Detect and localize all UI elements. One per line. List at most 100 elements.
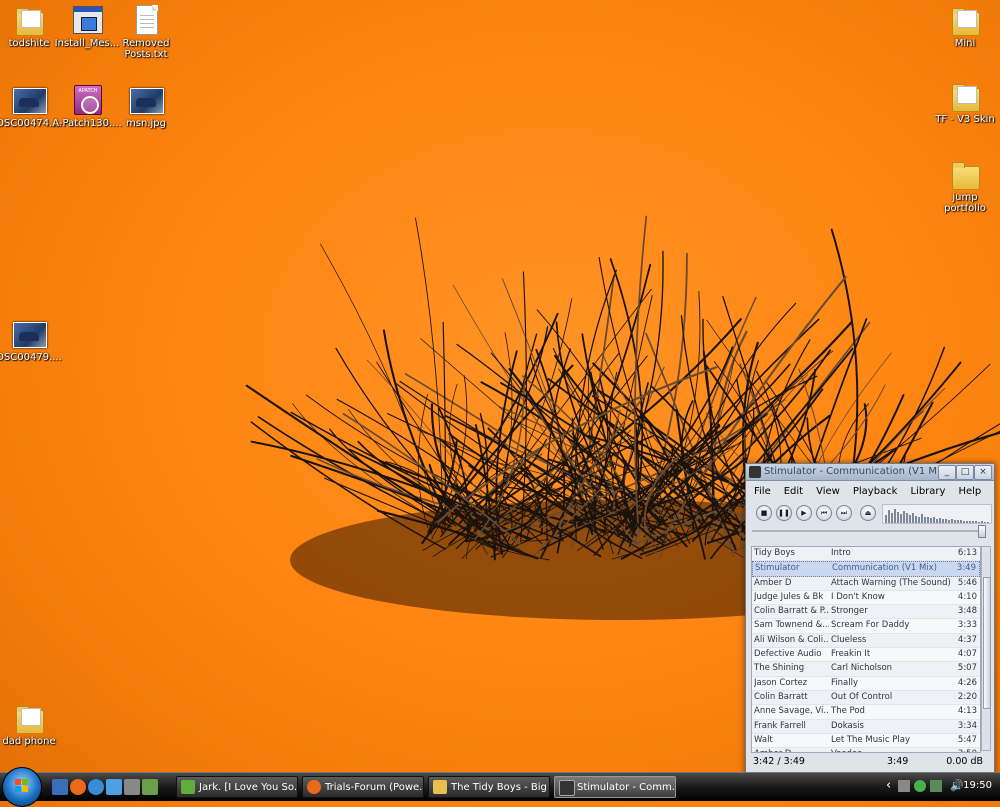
visualizer-bar bbox=[906, 513, 908, 523]
playlist[interactable]: Tidy Boys Intro 6:13 Stimulator Communicatio… bbox=[751, 546, 981, 753]
playlist-row[interactable]: The Shining Carl Nicholson 5:07 bbox=[752, 662, 980, 677]
taskbar-button-player[interactable]: Stimulator - Comm... bbox=[554, 776, 676, 798]
playlist-row[interactable]: Anne Savage, Vi... The Pod 4:13 bbox=[752, 705, 980, 720]
playlist-row[interactable]: Amber D Attach Warning (The Sound) 5:46 bbox=[752, 577, 980, 591]
messenger-icon[interactable] bbox=[142, 779, 158, 795]
taskbar-button-label: Trials-Forum (Powe... bbox=[325, 782, 424, 793]
playlist-row[interactable]: Colin Barratt Out Of Control 2:20 bbox=[752, 691, 980, 706]
clock[interactable]: 19:50 bbox=[963, 780, 992, 791]
visualizer-bar bbox=[900, 514, 902, 523]
visualizer-bar bbox=[963, 521, 965, 523]
visualizer-bar bbox=[930, 518, 932, 523]
playlist-row[interactable]: Defective Audio Freakin It 4:07 bbox=[752, 648, 980, 663]
eject-button[interactable]: ⏏ bbox=[860, 505, 876, 521]
minimize-button[interactable]: _ bbox=[938, 465, 956, 480]
status-bar: 3:42 / 3:49 3:49 0.00 dB bbox=[751, 754, 991, 770]
installer-icon bbox=[73, 6, 103, 34]
taskbar-button-firefox[interactable]: Trials-Forum (Powe... bbox=[302, 776, 424, 798]
firefox-icon[interactable] bbox=[70, 779, 86, 795]
playlist-row[interactable]: Colin Barratt & P... Stronger 3:48 bbox=[752, 605, 980, 620]
playlist-row[interactable]: Frank Farrell Dokasis 3:34 bbox=[752, 720, 980, 734]
visualizer-bar bbox=[942, 519, 944, 523]
playlist-row[interactable]: Sam Townend &... Scream For Daddy 3:33 bbox=[752, 619, 980, 634]
tray-messenger-icon[interactable] bbox=[914, 780, 926, 792]
track-title: Clueless bbox=[831, 634, 867, 645]
switch-windows-icon[interactable] bbox=[106, 779, 122, 795]
track-duration: 4:13 bbox=[957, 706, 977, 717]
playlist-row[interactable]: Jason Cortez Finally 4:26 bbox=[752, 676, 980, 691]
desktop-icon-mini[interactable]: Mini bbox=[930, 4, 1000, 49]
track-duration: 3:48 bbox=[957, 606, 977, 617]
desktop-icon-dsc00479[interactable]: DSC00479.... bbox=[0, 318, 64, 363]
taskbar-button-label: The Tidy Boys - Big ... bbox=[451, 782, 550, 793]
previous-button[interactable]: ⏮ bbox=[816, 505, 832, 521]
play-button[interactable]: ▶ bbox=[796, 505, 812, 521]
folder-icon bbox=[16, 706, 44, 734]
track-duration: 5:47 bbox=[957, 734, 977, 745]
media-player-window[interactable]: Stimulator - Communication (V1 M... _ □ … bbox=[745, 463, 995, 775]
visualizer-bar bbox=[972, 521, 974, 523]
close-button[interactable]: × bbox=[974, 465, 992, 480]
internet-explorer-icon[interactable] bbox=[88, 779, 104, 795]
menu-help[interactable]: Help bbox=[958, 486, 981, 497]
visualizer-bar bbox=[969, 521, 971, 523]
playlist-row[interactable]: Amber DVoodoo3:50 bbox=[752, 748, 980, 752]
track-title: The Pod bbox=[831, 706, 865, 717]
stop-button[interactable]: ■ bbox=[756, 505, 772, 521]
tray-network-icon[interactable] bbox=[930, 780, 942, 792]
media-player-quicklaunch-icon[interactable] bbox=[124, 779, 140, 795]
visualizer-bar bbox=[909, 515, 911, 523]
taskbar: Jark. [I Love You So... Trials-Forum (Po… bbox=[0, 767, 1000, 807]
restore-button[interactable]: □ bbox=[956, 465, 974, 480]
playlist-row[interactable]: Ali Wilson & Coli... Clueless 4:37 bbox=[752, 634, 980, 649]
visualizer-bar bbox=[960, 520, 962, 523]
window-title: Stimulator - Communication (V1 M... bbox=[764, 466, 936, 477]
next-button[interactable]: ⏭ bbox=[836, 505, 852, 521]
track-artist: Stimulator bbox=[755, 563, 800, 574]
menu-view[interactable]: View bbox=[816, 486, 840, 497]
seek-bar[interactable] bbox=[750, 525, 990, 538]
menu-file[interactable]: File bbox=[754, 486, 771, 497]
playlist-scrollbar[interactable] bbox=[981, 546, 991, 751]
playlist-row[interactable]: Walt Let The Music Play 5:47 bbox=[752, 733, 980, 749]
volume-icon[interactable]: 🔊 bbox=[950, 779, 964, 792]
menu-library[interactable]: Library bbox=[910, 486, 945, 497]
desktop-icon-dad-phone[interactable]: dad phone bbox=[0, 702, 64, 747]
taskbar-button-messenger[interactable]: Jark. [I Love You So... bbox=[176, 776, 298, 798]
playlist-row[interactable]: Judge Jules & Bk I Don't Know 4:10 bbox=[752, 590, 980, 606]
taskbar-button-label: Jark. [I Love You So... bbox=[199, 782, 298, 793]
visualizer-bar bbox=[945, 519, 947, 523]
volume-level: 0.00 dB bbox=[946, 756, 983, 767]
desktop-icon-removed-posts[interactable]: Removed Posts.txt bbox=[111, 4, 181, 60]
track-artist: Colin Barratt bbox=[754, 691, 808, 702]
playlist-row[interactable]: Tidy Boys Intro 6:13 bbox=[752, 547, 980, 562]
visualizer-bar bbox=[891, 513, 893, 523]
track-artist: Amber D bbox=[754, 577, 792, 588]
scrollbar-thumb[interactable] bbox=[983, 577, 991, 709]
track-duration: 3:34 bbox=[957, 720, 977, 731]
desktop-icon-jump-portfolio[interactable]: jump portfolio bbox=[930, 158, 1000, 214]
visualizer-bar bbox=[936, 519, 938, 523]
tray-player-icon[interactable] bbox=[898, 780, 910, 792]
playlist-row[interactable]: Stimulator Communication (V1 Mix) 3:49 bbox=[752, 561, 980, 577]
desktop-icon-tf-v3-skin[interactable]: TF - V3 Skin bbox=[930, 80, 1000, 125]
title-bar[interactable]: Stimulator - Communication (V1 M... _ □ … bbox=[746, 464, 994, 481]
track-title: Attach Warning (The Sound) bbox=[831, 577, 951, 588]
menu-edit[interactable]: Edit bbox=[784, 486, 803, 497]
visualizer-bar bbox=[894, 509, 896, 523]
tray-expand-icon[interactable]: ‹ bbox=[886, 778, 891, 793]
photo-icon bbox=[13, 88, 47, 114]
pause-button[interactable]: ❚❚ bbox=[776, 505, 792, 521]
system-tray: ‹ 🔊 19:50 bbox=[884, 773, 1000, 801]
messenger-icon bbox=[181, 780, 195, 794]
track-title: Voodoo bbox=[831, 748, 951, 752]
menu-bar: File Edit View Playback Library Help bbox=[746, 481, 994, 501]
seek-thumb[interactable] bbox=[978, 525, 986, 538]
menu-playback[interactable]: Playback bbox=[853, 486, 898, 497]
show-desktop-icon[interactable] bbox=[52, 779, 68, 795]
desktop-icon-msn-jpg[interactable]: msn.jpg bbox=[111, 84, 181, 129]
visualizer-bar bbox=[921, 514, 923, 523]
track-artist: Frank Farrell bbox=[754, 720, 806, 731]
start-button[interactable] bbox=[2, 767, 42, 807]
taskbar-button-explorer[interactable]: The Tidy Boys - Big ... bbox=[428, 776, 550, 798]
